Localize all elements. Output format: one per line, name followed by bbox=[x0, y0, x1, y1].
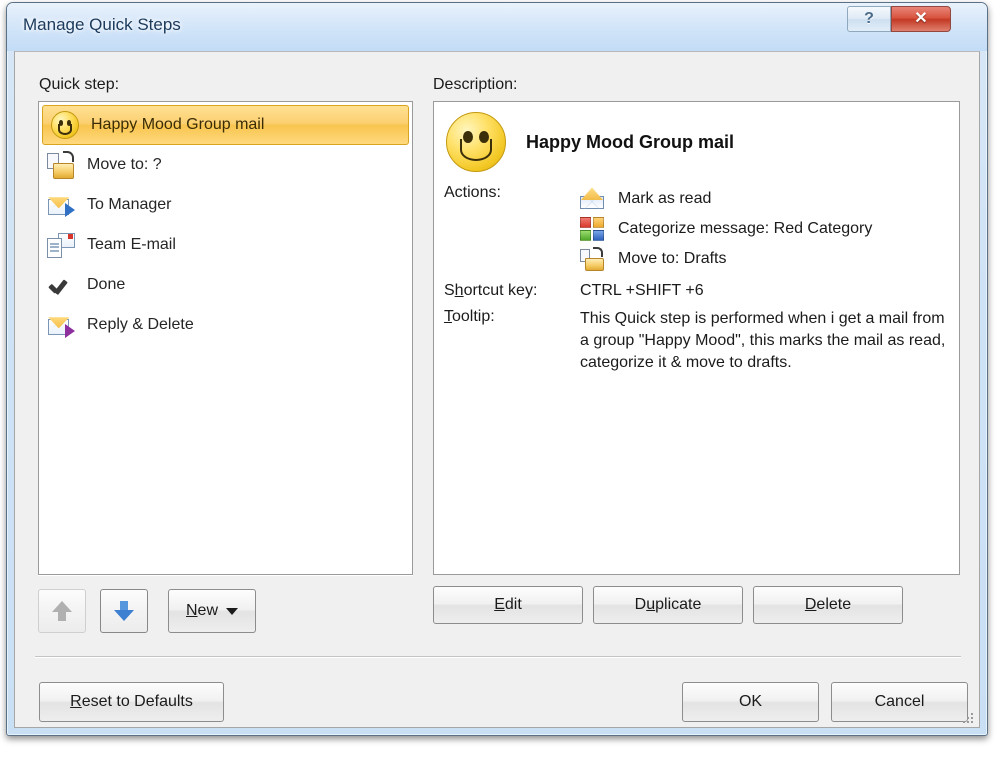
move-up-icon bbox=[51, 601, 73, 621]
open-envelope-icon bbox=[580, 187, 604, 211]
close-icon: ✕ bbox=[914, 10, 928, 27]
description-header: Happy Mood Group mail bbox=[446, 112, 734, 172]
duplicate-button[interactable]: Duplicate bbox=[593, 586, 743, 624]
tooltip-row: Tooltip: This Quick step is performed wh… bbox=[444, 308, 951, 374]
checkmark-icon bbox=[47, 271, 75, 299]
list-item[interactable]: Move to: ? bbox=[39, 145, 412, 185]
quick-step-list[interactable]: Happy Mood Group mail Move to: ? To Mana… bbox=[38, 101, 413, 575]
cancel-button[interactable]: Cancel bbox=[831, 682, 968, 722]
list-item[interactable]: Done bbox=[39, 265, 412, 305]
move-to-folder-icon bbox=[47, 151, 75, 179]
quick-step-label: Quick step: bbox=[39, 76, 120, 93]
move-down-icon bbox=[113, 601, 135, 621]
action-item: Mark as read bbox=[580, 184, 872, 214]
ok-button-label: OK bbox=[738, 693, 763, 710]
categories-icon bbox=[580, 217, 604, 241]
reply-delete-icon bbox=[47, 311, 75, 339]
help-button[interactable]: ? bbox=[847, 6, 891, 32]
forward-mail-icon bbox=[47, 191, 75, 219]
list-item-label: Happy Mood Group mail bbox=[91, 116, 265, 133]
new-button-label: New bbox=[185, 602, 218, 619]
action-label: Categorize message: Red Category bbox=[618, 220, 873, 237]
title-bar: Manage Quick Steps ? ✕ bbox=[7, 3, 987, 51]
close-button[interactable]: ✕ bbox=[891, 6, 951, 32]
list-item-label: Done bbox=[87, 276, 126, 293]
action-item: Categorize message: Red Category bbox=[580, 214, 872, 244]
action-item: Move to: Drafts bbox=[580, 244, 872, 274]
list-item-label: To Manager bbox=[87, 196, 172, 213]
ok-button[interactable]: OK bbox=[682, 682, 819, 722]
help-icon: ? bbox=[864, 10, 874, 27]
tooltip-label: Tooltip: bbox=[444, 308, 495, 325]
move-up-button[interactable] bbox=[38, 589, 86, 633]
move-to-folder-icon bbox=[580, 247, 604, 271]
chevron-down-icon bbox=[226, 607, 238, 615]
description-details: Actions: Mark as read Categorize message… bbox=[444, 184, 951, 376]
delete-button-label: Delete bbox=[804, 596, 852, 613]
move-down-button[interactable] bbox=[100, 589, 148, 633]
dialog-body: Quick step: Description: Happy Mood Grou… bbox=[14, 51, 980, 728]
reset-button-label: Reset to Defaults bbox=[70, 693, 193, 710]
cancel-button-label: Cancel bbox=[874, 693, 925, 710]
shortcut-label: Shortcut key: bbox=[444, 282, 538, 299]
list-item-label: Team E-mail bbox=[87, 236, 176, 253]
new-button[interactable]: New bbox=[168, 589, 256, 633]
tooltip-value: This Quick step is performed when i get … bbox=[580, 310, 946, 372]
list-item-label: Move to: ? bbox=[87, 156, 162, 173]
actions-label: Actions: bbox=[444, 184, 501, 201]
dialog-window: Manage Quick Steps ? ✕ Quick step: Descr… bbox=[6, 2, 988, 736]
smiley-icon bbox=[51, 111, 79, 139]
footer-separator bbox=[35, 656, 961, 658]
list-item-label: Reply & Delete bbox=[87, 316, 194, 333]
list-item[interactable]: Team E-mail bbox=[39, 225, 412, 265]
resize-grip[interactable] bbox=[961, 711, 975, 725]
smiley-icon bbox=[446, 112, 506, 172]
actions-row: Actions: Mark as read Categorize message… bbox=[444, 184, 951, 274]
list-item[interactable]: Reply & Delete bbox=[39, 305, 412, 345]
edit-button-label: Edit bbox=[494, 596, 522, 613]
description-title: Happy Mood Group mail bbox=[526, 131, 735, 152]
action-label: Mark as read bbox=[618, 190, 712, 207]
action-label: Move to: Drafts bbox=[618, 250, 727, 267]
shortcut-row: Shortcut key: CTRL +SHIFT +6 bbox=[444, 282, 951, 300]
window-title: Manage Quick Steps bbox=[23, 15, 181, 34]
reset-to-defaults-button[interactable]: Reset to Defaults bbox=[39, 682, 224, 722]
description-panel: Happy Mood Group mail Actions: Mark as r… bbox=[433, 101, 960, 575]
shortcut-value: CTRL +SHIFT +6 bbox=[580, 282, 704, 299]
list-item[interactable]: Happy Mood Group mail bbox=[42, 105, 409, 145]
description-label: Description: bbox=[433, 76, 518, 93]
delete-button[interactable]: Delete bbox=[753, 586, 903, 624]
edit-button[interactable]: Edit bbox=[433, 586, 583, 624]
duplicate-button-label: Duplicate bbox=[634, 596, 702, 613]
team-email-icon bbox=[47, 231, 76, 259]
actions-list: Mark as read Categorize message: Red Cat… bbox=[580, 184, 872, 274]
list-item[interactable]: To Manager bbox=[39, 185, 412, 225]
